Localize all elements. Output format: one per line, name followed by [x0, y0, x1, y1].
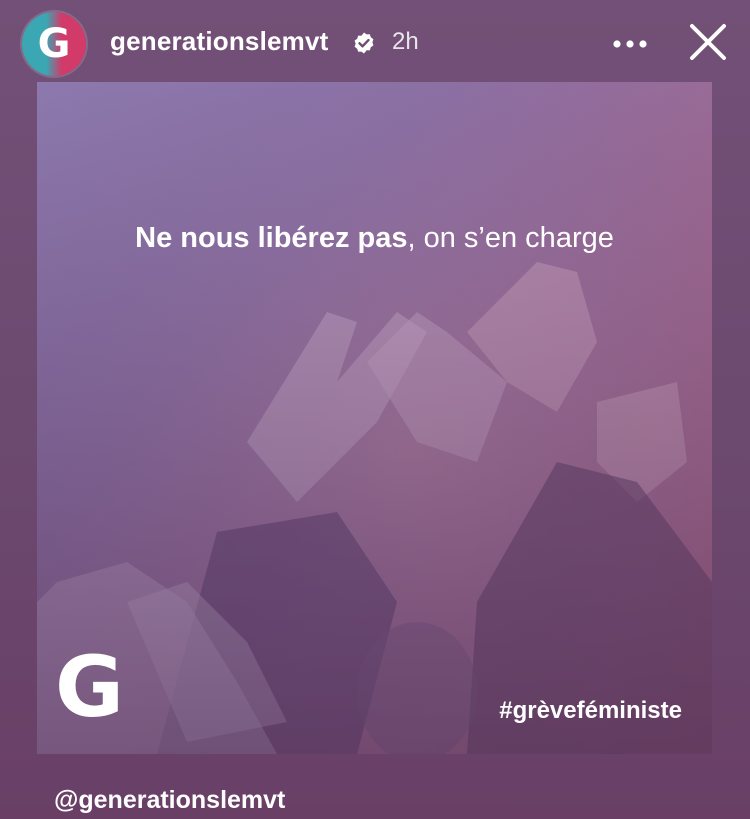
post-photo [37, 82, 712, 754]
post-hashtag: #grèveféministe [499, 697, 682, 724]
headline-rest: , on s’en charge [407, 222, 614, 254]
story-header: G generationslemvt 2h [0, 0, 750, 90]
post-time: 2h [392, 28, 419, 55]
post-headline: Ne nous libérez pas, on s’en charge [37, 222, 712, 255]
more-horizontal-icon [613, 40, 647, 48]
verified-badge-icon [354, 32, 374, 54]
headline-bold: Ne nous libérez pas [135, 222, 408, 254]
shared-post-card[interactable]: Ne nous libérez pas, on s’en charge G #g… [37, 82, 712, 754]
close-icon[interactable] [684, 18, 732, 66]
avatar-letter: G [37, 21, 71, 67]
username[interactable]: generationslemvt [110, 26, 329, 57]
brand-logo: G [55, 638, 124, 736]
story-viewer: G generationslemvt 2h Ne nous libérez pa… [0, 0, 750, 819]
mention-sticker[interactable]: @generationslemvt [54, 786, 285, 815]
more-options-button[interactable] [608, 26, 652, 62]
avatar[interactable]: G [22, 12, 86, 76]
